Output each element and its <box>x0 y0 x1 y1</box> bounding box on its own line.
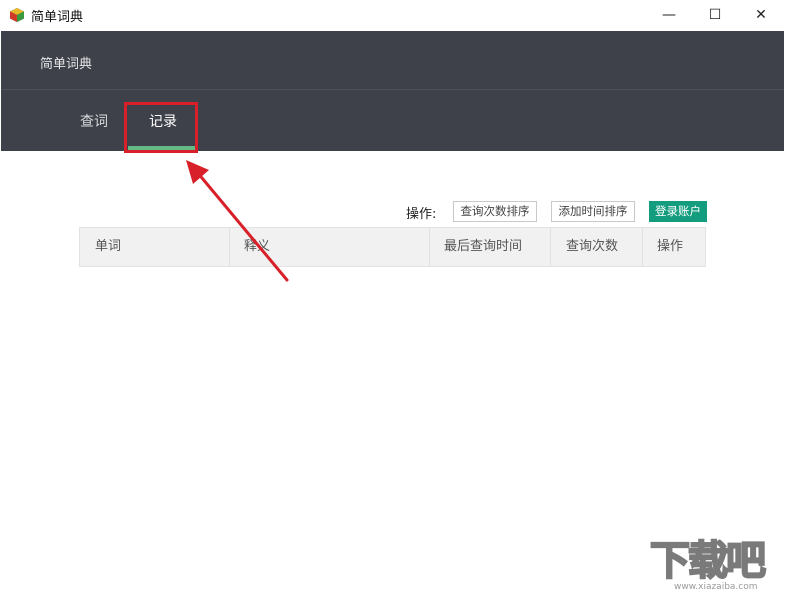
login-account-button[interactable]: 登录账户 <box>649 201 707 222</box>
close-icon: ✕ <box>755 7 767 23</box>
tab-records[interactable]: 记录 <box>149 111 177 131</box>
maximize-button[interactable]: ☐ <box>692 0 738 30</box>
column-header-definition: 释义 <box>244 239 271 254</box>
title-bar: 简单词典 — ☐ ✕ <box>0 0 786 30</box>
header-divider <box>1 89 784 90</box>
column-divider <box>229 228 230 266</box>
column-divider <box>429 228 430 266</box>
actions-label: 操作: <box>406 207 437 222</box>
window-title: 简单词典 <box>31 10 84 25</box>
maximize-icon: ☐ <box>708 7 722 23</box>
close-button[interactable]: ✕ <box>738 0 784 30</box>
watermark-logo: 下载吧 <box>649 537 767 585</box>
header-title: 简单词典 <box>40 57 93 72</box>
column-header-actions: 操作 <box>657 239 684 254</box>
column-header-query-count: 查询次数 <box>566 239 619 254</box>
tab-query[interactable]: 查词 <box>80 111 108 131</box>
column-divider <box>550 228 551 266</box>
column-header-word: 单词 <box>95 239 122 254</box>
minimize-button[interactable]: — <box>646 0 692 30</box>
app-logo-icon <box>10 8 24 22</box>
sort-by-count-button[interactable]: 查询次数排序 <box>453 201 537 222</box>
app-header: 简单词典 查词 记录 <box>1 31 784 151</box>
active-tab-indicator <box>128 146 198 150</box>
records-table-header: 单词 释义 最后查询时间 查询次数 操作 <box>79 227 706 267</box>
column-header-last-query-time: 最后查询时间 <box>444 239 523 254</box>
watermark-url: www.xiazaiba.com <box>674 582 758 592</box>
column-divider <box>642 228 643 266</box>
minimize-icon: — <box>662 7 676 23</box>
sort-by-time-button[interactable]: 添加时间排序 <box>551 201 635 222</box>
watermark: 下载吧 www.xiazaiba.com <box>646 528 782 592</box>
